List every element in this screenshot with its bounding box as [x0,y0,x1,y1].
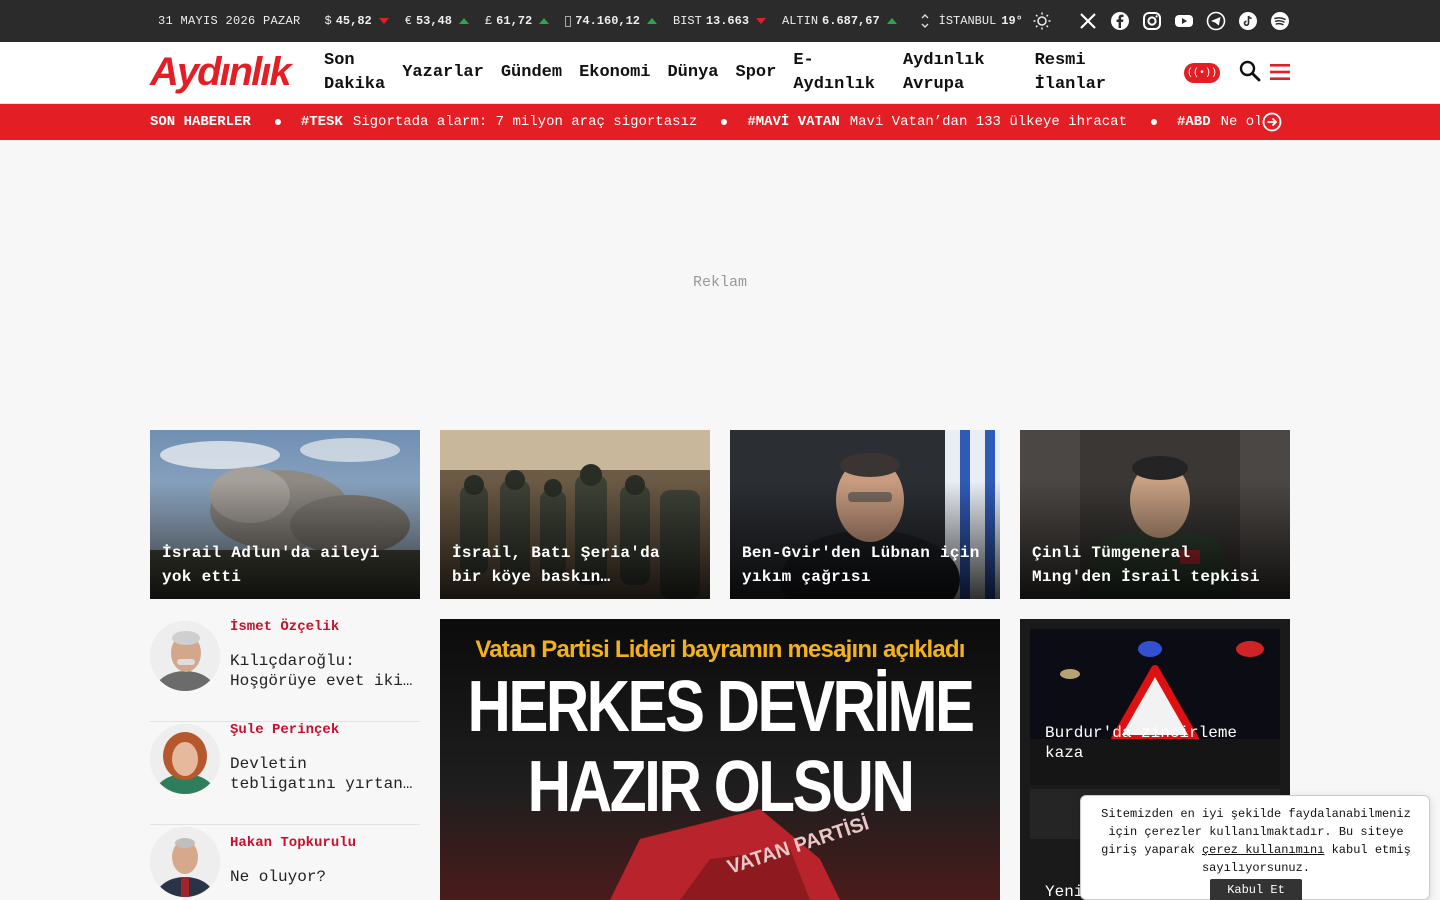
ticker-eur[interactable]: €53,48 [405,14,469,28]
main-nav: Son Dakika Yazarlar Gündem Ekonomi Dünya … [324,42,1123,104]
column-title: Kılıçdaroğlu: Hoşgörüye evet iki… [230,652,413,690]
main-header: Aydınlık Son Dakika Yazarlar Gündem Ekono… [0,42,1440,104]
ticker-tag[interactable]: #TESK [301,114,343,130]
ticker-headline[interactable]: Ne olu [1221,114,1260,130]
column-title: Ne oluyor? [230,868,327,886]
nav-spor[interactable]: Spor [736,61,777,85]
ticker-gbp[interactable]: £61,72 [485,14,550,28]
trend-down-icon [756,18,767,24]
separator-dot [274,119,281,125]
card-title: İsrail Adlun'da aileyi yok etti [162,544,380,586]
social-links [1066,11,1290,31]
ticker-usd[interactable]: $45,82 [325,14,389,28]
trend-up-icon [647,18,657,24]
author-name[interactable]: Şule Perinçek [230,722,339,738]
ad-label: Reklam [692,273,747,291]
column-title: Devletin tebligatını yırtan… [230,755,413,793]
cookie-consent-banner: Sitemizden en iyi şekilde faydalanabilme… [1080,795,1430,900]
card-title: Çinli Tümgeneral Mıng'den İsrail tepkisi [1032,544,1260,586]
sidebar-news-title[interactable]: Burdur'da zincirleme kaza [1045,723,1237,763]
trend-down-icon [378,18,389,24]
accept-cookies-button[interactable]: Kabul Et [1210,879,1302,900]
feature-kicker: Vatan Partisi Lideri bayramın mesajını a… [475,636,964,663]
broadcast-icon: ((•)) [1186,67,1217,79]
nav-dunya[interactable]: Dünya [667,61,718,85]
featured-story[interactable]: Vatan Partisi Lideri bayramın mesajını a… [440,619,1000,900]
featured-image: Vatan Partisi Lideri bayramın mesajını a… [440,619,1000,900]
ticker-crypto[interactable]: 74.160,12 [565,14,657,28]
tiktok-icon[interactable] [1238,11,1258,31]
trend-up-icon [539,18,550,24]
live-broadcast-button[interactable]: ((•)) [1184,63,1220,83]
nav-resmi-ilanlar[interactable]: Resmi İlanlar [1035,49,1106,97]
news-card[interactable]: İsrail, Batı Şeria'da bir köye baskın… [440,430,710,599]
cookie-message: Sitemizden en iyi şekilde faydalanabilme… [1101,807,1411,875]
current-date: 31 MAYIS 2026 PAZAR [158,14,301,28]
search-icon[interactable] [1238,59,1262,83]
cookie-policy-link[interactable]: çerez kullanımını [1202,843,1324,857]
x-icon[interactable] [1078,11,1098,31]
author-name[interactable]: Hakan Topkurulu [230,835,356,851]
instagram-icon[interactable] [1142,11,1162,31]
card-title: İsrail, Batı Şeria'da bir köye baskın… [452,544,660,586]
spotify-icon[interactable] [1270,11,1290,31]
ticker-gold[interactable]: ALTIN 6.687,67 [782,14,897,28]
ticker-tag[interactable]: #MAVİ VATAN [747,114,839,130]
weather-widget[interactable]: İSTANBUL 19° [921,12,1051,30]
nav-yazarlar[interactable]: Yazarlar [402,61,484,85]
top-bar: 31 MAYIS 2026 PAZAR $45,82 €53,48 £61,72… [0,0,1440,42]
nav-e-aydinlik[interactable]: E- Aydınlık [793,49,875,97]
youtube-icon[interactable] [1174,11,1194,31]
facebook-icon[interactable] [1110,11,1130,31]
separator-dot [1150,119,1157,125]
news-card[interactable]: İsrail Adlun'da aileyi yok etti [150,430,420,599]
crypto-icon [565,15,572,27]
avatar [150,724,220,794]
card-title: Ben-Gvir'den Lübnan için yıkım çağrısı [742,544,980,586]
trend-up-icon [886,18,897,24]
ticker-headline[interactable]: Sigortada alarm: 7 milyon araç sigortası… [353,114,697,130]
trend-up-icon [458,18,469,24]
author-column[interactable]: İsmet Özçelik Kılıçdaroğlu: Hoşgörüye eve… [150,619,420,722]
city-switch-icon[interactable] [921,13,929,29]
feature-headline-line1: HERKES DEVRİME [468,667,974,747]
ticker-bist[interactable]: BIST 13.663 [673,14,767,28]
nav-gundem[interactable]: Gündem [501,61,562,85]
ticker-tag[interactable]: #ABD [1177,114,1211,130]
site-logo[interactable]: Aydınlık [150,50,292,95]
avatar [150,827,220,897]
news-card[interactable]: Ben-Gvir'den Lübnan için yıkım çağrısı [730,430,1000,599]
sidebar-news-title[interactable]: Yeni [1045,883,1083,900]
nav-ekonomi[interactable]: Ekonomi [579,61,650,85]
breaking-news-ticker: SON HABERLER #TESK Sigortada alarm: 7 mi… [0,104,1440,140]
city-name: İSTANBUL [938,14,997,28]
ticker-headline[interactable]: Mavi Vatan’dan 133 ülkeye ihracat [850,114,1127,130]
ticker-heading: SON HABERLER [150,114,251,130]
author-name[interactable]: İsmet Özçelik [230,619,339,635]
separator-dot [721,119,728,125]
nav-aydinlik-avrupa[interactable]: Aydınlık Avrupa [903,49,985,97]
telegram-icon[interactable] [1206,11,1226,31]
nav-son-dakika[interactable]: Son Dakika [324,49,385,97]
temperature: 19° [1001,14,1023,28]
arrow-right-circle-icon[interactable] [1262,112,1282,132]
sun-icon [1033,12,1051,30]
avatar [150,621,220,691]
ad-slot: Reklam [0,140,1440,430]
author-column[interactable]: Hakan Topkurulu Ne oluyor? [150,825,420,900]
author-column[interactable]: Şule Perinçek Devletin tebligatını yırtan… [150,722,420,825]
hamburger-menu-icon[interactable] [1270,62,1290,82]
news-card[interactable]: Çinli Tümgeneral Mıng'den İsrail tepkisi [1020,430,1290,599]
